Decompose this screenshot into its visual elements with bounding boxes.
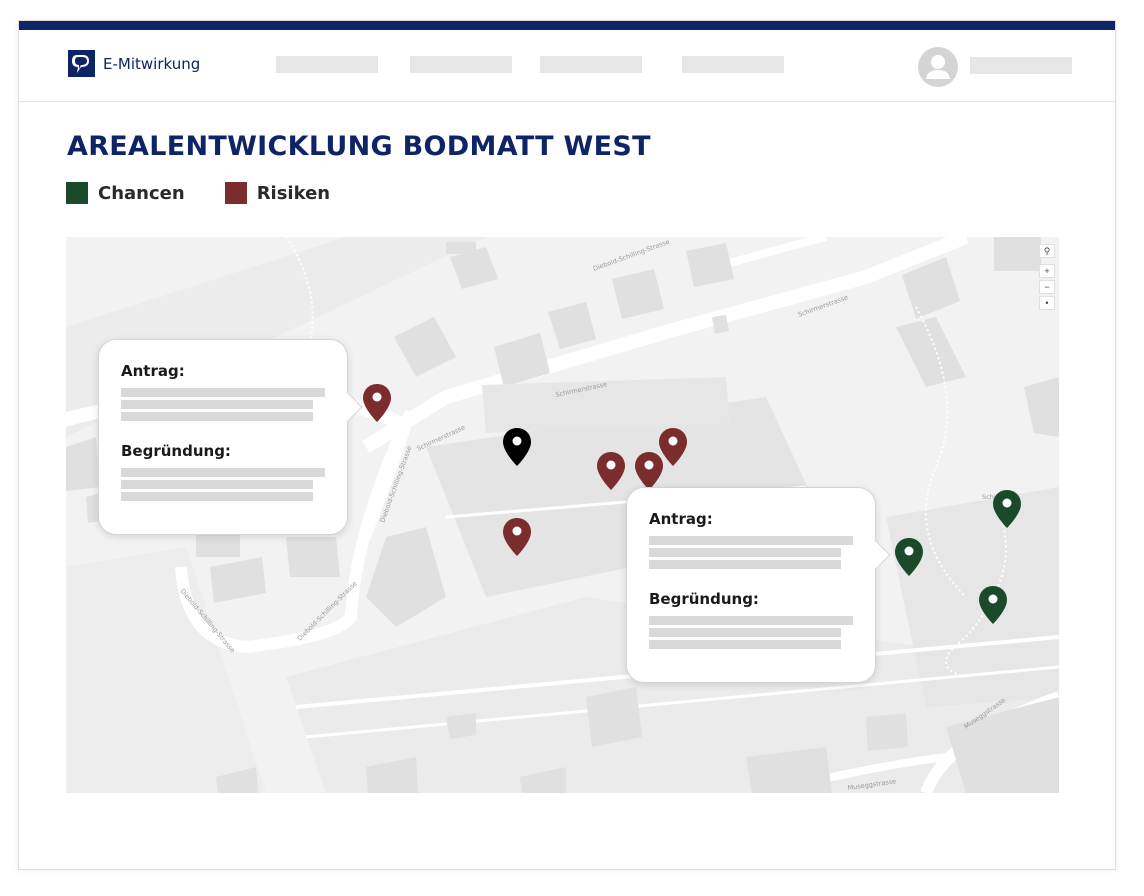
text-placeholder [649,560,841,569]
map-pin-risk[interactable] [362,383,392,423]
map-pin-chance[interactable] [992,489,1022,529]
nav-item-placeholder-3[interactable] [540,56,642,73]
legend-item-chancen: Chancen [66,182,185,204]
nav-item-placeholder-1[interactable] [276,56,378,73]
text-placeholder [121,468,325,477]
map-pin-risk[interactable] [658,427,688,467]
legend-label-risiken: Risiken [256,182,331,204]
map-pin-chance[interactable] [894,537,924,577]
legend-item-risiken: Risiken [224,182,331,204]
avatar-icon[interactable] [917,46,959,88]
text-placeholder [121,400,313,409]
legend: Chancen Risiken [66,182,330,204]
map-pin-chance[interactable] [978,585,1008,625]
nav-item-placeholder-4[interactable] [682,56,784,73]
text-placeholder [649,640,841,649]
map-popup: Antrag: Begründung: [98,339,363,535]
top-accent-bar [19,21,1115,30]
text-placeholder [649,616,853,625]
header: E-Mitwirkung [19,30,1115,102]
text-placeholder [649,536,853,545]
nav-item-placeholder-2[interactable] [410,56,512,73]
legend-swatch-risiken [224,182,247,204]
zoom-out-button[interactable]: − [1039,280,1055,294]
search-icon[interactable]: ⚲ [1039,244,1055,258]
text-placeholder [121,412,313,421]
popup-begruendung-label: Begründung: [649,590,759,608]
text-placeholder [121,492,313,501]
map-pin-risk[interactable] [596,451,626,491]
app-window: E-Mitwirkung AREALENTWICKLUNG BODMATT WE… [18,20,1116,870]
logo-icon [68,50,95,77]
street-label: Diebold-Schilling-Strasse [592,238,671,273]
popup-antrag-label: Antrag: [121,362,185,380]
map-pin-risk[interactable] [502,517,532,557]
legend-swatch-chancen [66,182,88,204]
user-name-placeholder[interactable] [970,57,1072,74]
popup-antrag-label: Antrag: [649,510,713,528]
zoom-in-button[interactable]: + [1039,264,1055,278]
reset-north-button[interactable]: • [1039,296,1055,310]
map[interactable]: Diebold-Schilling-Strasse Schirmerstrass… [66,237,1059,793]
logo[interactable]: E-Mitwirkung [68,50,200,77]
text-placeholder [121,388,325,397]
popup-begruendung-label: Begründung: [121,442,231,460]
text-placeholder [121,480,313,489]
legend-label-chancen: Chancen [98,182,185,204]
map-pin-selected[interactable] [502,427,532,467]
page-title: AREALENTWICKLUNG BODMATT WEST [67,131,651,162]
text-placeholder [649,628,841,637]
map-popup: Antrag: Begründung: [626,487,891,683]
map-controls: ⚲ + − • [1039,244,1055,312]
app-name: E-Mitwirkung [103,54,201,73]
text-placeholder [649,548,841,557]
